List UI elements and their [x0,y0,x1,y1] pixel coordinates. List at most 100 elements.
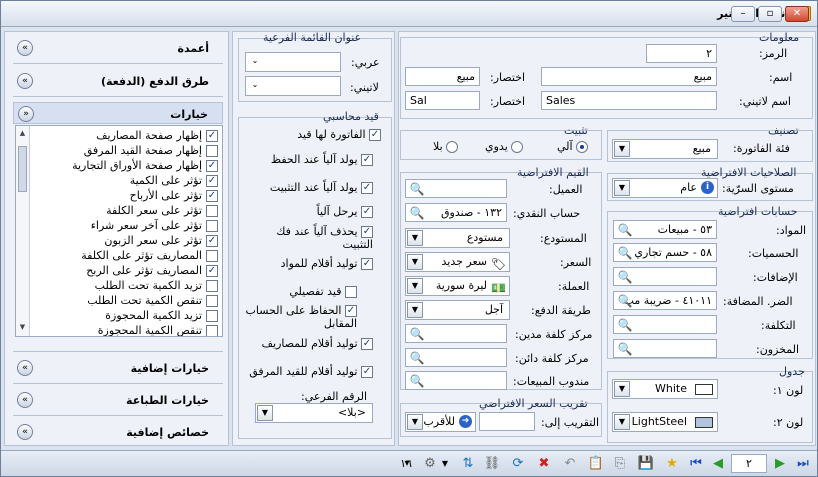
secrecy-combo[interactable]: ▼ عام i [612,178,718,198]
accounting-check-4[interactable]: ✓ يحذف آلياً عند فك التثبيت [245,225,373,251]
expand-icon[interactable]: » [17,424,33,440]
option-item[interactable]: ✓ تؤثر على سعر الزبون [104,234,218,249]
rounding-value-input[interactable] [479,412,535,431]
checkbox[interactable] [206,220,218,232]
stock-input[interactable]: 🔍 [613,339,717,358]
option-item[interactable]: إظهار صفحة القيد المرفق [84,144,218,159]
collapse-icon[interactable]: « [18,106,34,122]
checkbox[interactable]: ✓ [361,206,373,218]
options-section[interactable]: خيارات « [13,102,223,124]
accounting-check-5[interactable]: ✓ توليد أقلام للمواد [245,257,373,270]
checkbox[interactable] [206,280,218,292]
posting-auto-radio[interactable]: آلي [557,140,589,153]
search-icon[interactable]: 🔍 [408,373,426,389]
chevron-down-icon[interactable]: ▼ [614,141,630,157]
rounding-combo[interactable]: ▼ للأقرب ➜ [405,412,476,432]
expand-icon[interactable]: » [17,392,33,408]
next-record-icon[interactable]: ▶ [771,455,789,473]
checkbox[interactable] [206,205,218,217]
accounting-check-1[interactable]: ✓ يولد آلياً عند الحفظ [253,153,373,166]
scroll-thumb[interactable] [18,146,27,192]
accounting-check-3[interactable]: ✓ يرحل آلياً [253,205,373,218]
chevron-down-icon[interactable]: ▼ [614,414,630,430]
previous-record-icon[interactable]: ◀ [709,455,727,473]
search-icon[interactable]: 🔍 [408,205,426,221]
paste-icon[interactable]: 📋 [587,455,605,473]
option-item[interactable]: ✓ إظهار صفحة المصاريف [96,129,218,144]
record-number-input[interactable]: ٢ [731,454,767,473]
checkbox[interactable]: ✓ [206,265,218,277]
payment-combo[interactable]: ▼ آجل [405,300,510,320]
refresh-icon[interactable]: ⟳ [509,455,527,473]
accounting-check-2[interactable]: ✓ يولد آلياً عند التثبيت [253,181,373,194]
chevron-down-icon[interactable]: ▼ [614,180,630,196]
accounting-check-9[interactable]: ✓ توليد أقلام للقيد المرفق [245,365,373,378]
code-input[interactable]: ٢ [646,44,717,63]
materials-input[interactable]: ٥٣ - مبيعات 🔍 [613,220,717,239]
scrollbar[interactable]: ▲ ▼ [16,126,30,336]
option-item[interactable]: ✓ إظهار صفحة الأوراق التجارية [72,159,218,174]
columns-section[interactable]: أعمدة» [13,37,223,59]
checkbox[interactable] [206,145,218,157]
checkbox[interactable]: ✓ [361,154,373,166]
chevron-down-icon[interactable]: ▼ [257,405,273,421]
latin-name-input[interactable]: Sales [541,91,717,110]
undo-icon[interactable]: ↶ [561,455,579,473]
expand-icon[interactable]: » [17,73,33,89]
color1-combo[interactable]: ▼ White [612,379,718,399]
cash-input[interactable]: ١٣٢ - صندوق 🔍 [405,203,507,222]
chevron-down-icon[interactable]: ▼ [407,254,423,270]
additions-input[interactable]: 🔍 [613,267,717,286]
minimize-button[interactable]: – [731,6,755,22]
checkbox[interactable]: ✓ [369,129,381,141]
option-item[interactable]: ✓ المصاريف تؤثر على الربح [86,264,218,279]
latin-abbr-input[interactable]: Sal [405,91,480,110]
option-item[interactable]: ✓ تؤثر على الأرباح [130,189,218,204]
expand-icon[interactable]: » [17,360,33,376]
checkbox[interactable]: ✓ [206,160,218,172]
chevron-down-icon[interactable]: ▼ [614,381,630,397]
customer-input[interactable]: 🔍 [405,179,507,198]
chevron-down-icon[interactable]: ▼ [407,278,423,294]
option-item[interactable]: تنقص الكمية تحت الطلب [87,294,218,309]
search-icon[interactable]: 🔍 [616,269,634,285]
option-item[interactable]: تزيد الكمية تحت الطلب [95,279,218,294]
first-record-icon[interactable]: ⏮ [687,455,705,473]
debit-cc-input[interactable]: 🔍 [405,324,507,343]
chevron-down-icon[interactable]: ⌄ [247,78,263,94]
link-icon[interactable]: ⛓ [483,455,501,473]
price-combo[interactable]: ▼ سعر جديد 🏷 [405,252,510,272]
checkbox[interactable] [206,295,218,307]
checkbox[interactable] [206,325,218,336]
currency-combo[interactable]: ▼ ليرة سورية 💵 [405,276,510,296]
copy-icon[interactable]: ⎘ [611,455,629,473]
checkbox[interactable]: ✓ [361,338,373,350]
accounting-check-7[interactable]: ✓ الحفاظ على الحساب المقابل [245,304,357,330]
print-options-section[interactable]: خيارات الطباعة» [13,389,223,411]
checkbox[interactable]: ✓ [345,305,357,317]
option-item[interactable]: ✓ تؤثر على الكمية [130,174,218,189]
star-icon[interactable]: ★ [663,455,681,473]
chevron-down-icon[interactable]: ▼ [407,230,423,246]
search-icon[interactable]: 🔍 [616,222,634,238]
latin-combo[interactable]: ⌄ [245,76,341,96]
option-item[interactable]: المصاريف تؤثر على الكلفة [81,249,218,264]
name-input[interactable]: مبيع [541,67,717,86]
branch-combo[interactable]: ▼ <بلا> [255,403,373,423]
option-item[interactable]: تؤثر على آخر سعر شراء [91,219,218,234]
settings-icon[interactable]: ⚙ [421,455,439,473]
delete-icon[interactable]: ✖ [535,455,553,473]
expand-icon[interactable]: » [17,40,33,56]
checkbox[interactable]: ✓ [206,175,218,187]
category-combo[interactable]: ▼ مبيع [612,139,718,159]
cost-input[interactable]: 🔍 [613,315,717,334]
checkbox[interactable] [206,310,218,322]
sales-rep-input[interactable]: 🔍 [405,371,507,390]
extra-properties-section[interactable]: خصائص إضافية» [13,421,223,443]
extra-options-section[interactable]: خيارات إضافية» [13,357,223,379]
posting-none-radio[interactable]: بلا [433,140,459,153]
chevron-down-icon[interactable]: ▼ [407,414,423,430]
search-icon[interactable]: 🔍 [616,317,634,333]
option-item[interactable]: تزيد الكمية المحجوزة [105,309,218,324]
checkbox[interactable]: ✓ [361,226,373,238]
